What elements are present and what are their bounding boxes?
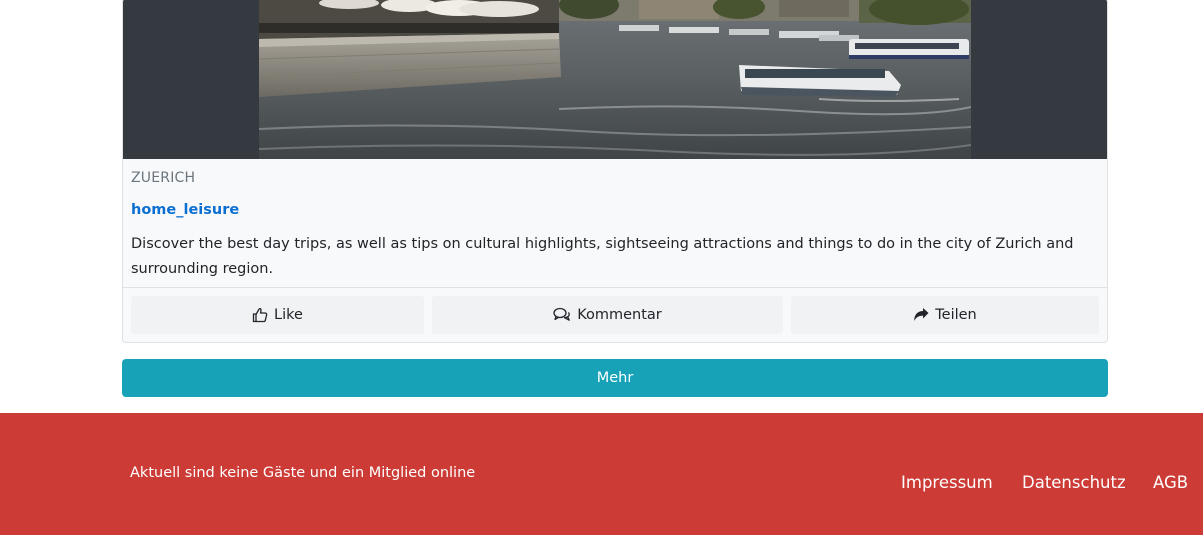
online-status-text: Aktuell sind keine Gäste und ein Mitglie… — [130, 465, 476, 481]
divider — [123, 287, 1107, 288]
more-button[interactable]: Mehr — [122, 359, 1108, 397]
comment-button[interactable]: Kommentar — [432, 296, 783, 334]
like-label: Like — [274, 307, 303, 323]
comment-label: Kommentar — [577, 307, 662, 323]
post-description: Discover the best day trips, as well as … — [131, 236, 1074, 277]
footer: Aktuell sind keine Gäste und ein Mitglie… — [0, 413, 1203, 535]
like-button[interactable]: Like — [131, 296, 424, 334]
post-author-link[interactable]: home_leisure — [131, 202, 239, 218]
thumbs-up-icon — [252, 307, 268, 323]
share-arrow-icon — [913, 307, 929, 323]
footer-link-datenschutz[interactable]: Datenschutz — [1022, 473, 1126, 492]
post-photo-zurich-river[interactable] — [259, 0, 971, 159]
share-button[interactable]: Teilen — [791, 296, 1099, 334]
share-label: Teilen — [935, 307, 977, 323]
post-location: ZUERICH — [131, 170, 196, 186]
post-card: ZUERICH home_leisure Discover the best d… — [122, 0, 1108, 343]
post-media — [123, 0, 1107, 159]
comments-icon — [553, 307, 571, 323]
footer-link-impressum[interactable]: Impressum — [901, 473, 993, 492]
footer-link-agb[interactable]: AGB — [1153, 473, 1188, 492]
